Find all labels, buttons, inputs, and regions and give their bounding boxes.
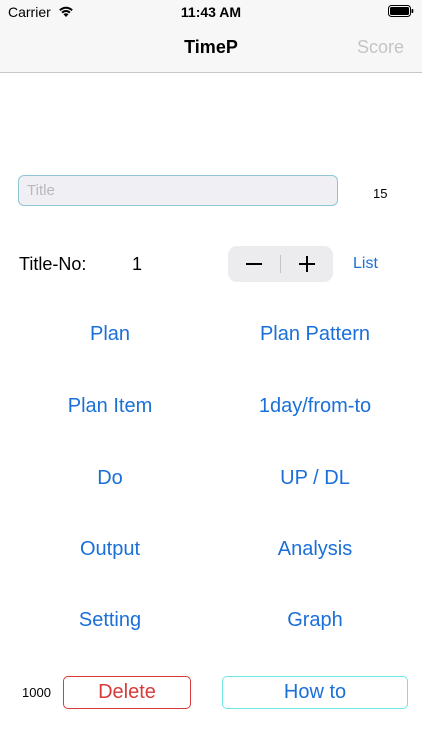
delete-button-label: Delete: [98, 681, 156, 703]
plan-pattern-button[interactable]: Plan Pattern: [215, 323, 415, 346]
battery-icon: [388, 5, 414, 17]
how-to-button-label: How to: [283, 681, 347, 703]
do-button[interactable]: Do: [10, 467, 210, 490]
stepper-decrement-button[interactable]: [228, 246, 280, 282]
setting-button[interactable]: Setting: [10, 609, 210, 632]
record-count: 1000: [22, 685, 51, 700]
up-dl-button[interactable]: UP / DL: [215, 467, 415, 490]
status-bar: Carrier 11:43 AM: [0, 0, 422, 24]
list-button[interactable]: List: [353, 255, 378, 273]
app-screen: Carrier 11:43 AM TimeP Score 15 Title-No…: [0, 0, 422, 750]
minus-icon: [246, 263, 262, 265]
score-button[interactable]: Score: [357, 37, 404, 58]
one-day-from-to-button[interactable]: 1day/from-to: [215, 395, 415, 418]
plan-button[interactable]: Plan: [10, 323, 210, 346]
plan-item-button[interactable]: Plan Item: [10, 395, 210, 418]
title-no-value: 1: [132, 254, 143, 274]
output-button[interactable]: Output: [10, 538, 210, 561]
plus-icon: [299, 256, 315, 272]
title-input[interactable]: [18, 175, 338, 206]
title-no-label: Title-No:: [19, 254, 87, 274]
navigation-bar: TimeP Score: [0, 24, 422, 73]
delete-button[interactable]: Delete: [63, 676, 191, 709]
status-time: 11:43 AM: [180, 4, 242, 20]
title-no-stepper: [228, 246, 333, 282]
how-to-button[interactable]: How to: [222, 676, 408, 709]
stepper-increment-button[interactable]: [281, 246, 333, 282]
graph-button[interactable]: Graph: [215, 609, 415, 632]
title-length-counter: 15: [373, 186, 388, 201]
analysis-button[interactable]: Analysis: [215, 538, 415, 561]
